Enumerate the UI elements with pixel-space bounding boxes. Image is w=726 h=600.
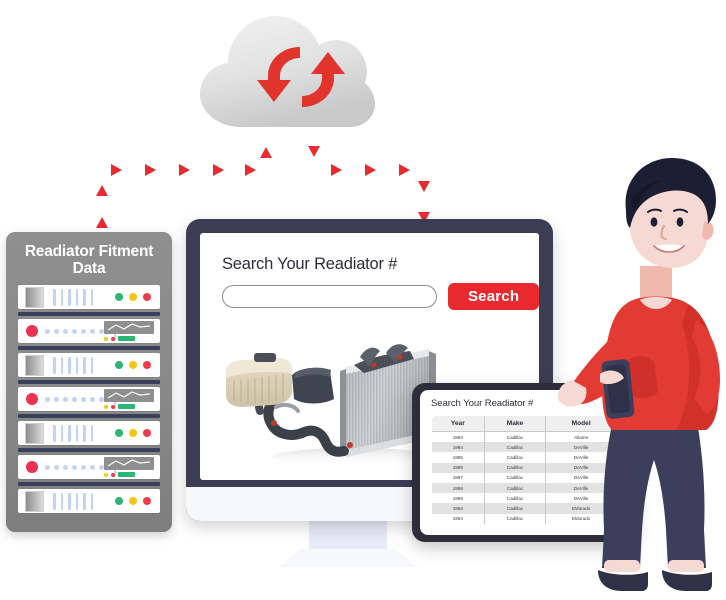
cell-make: Cadillac: [483, 462, 547, 473]
rack-row: [18, 285, 160, 309]
rack-row: [18, 353, 160, 377]
cell-year: 1994: [432, 442, 485, 453]
cell-make: Cadillac: [483, 472, 547, 483]
monitor-stand-base: [280, 549, 416, 567]
server-module-icon: [25, 490, 44, 512]
waveform-chart-icon: [104, 457, 154, 470]
cell-make: Cadillac: [483, 452, 547, 463]
status-leds: [115, 497, 151, 505]
server-rack: Readiator Fitment Data: [6, 232, 172, 532]
cell-year: 1993: [432, 503, 485, 514]
rack-chart-cell: [104, 321, 154, 341]
cloud-icon: [200, 16, 375, 127]
rack-chart-legend: [104, 472, 154, 477]
rack-row: [18, 421, 160, 445]
cell-year: 1994: [432, 513, 485, 524]
data-flow-right-path: [311, 144, 427, 233]
server-dots-icon: [45, 464, 113, 470]
status-leds: [115, 293, 151, 301]
data-flow-left-arrows: [96, 147, 272, 228]
server-dots-icon: [45, 328, 113, 334]
rack-chart-legend: [104, 404, 154, 409]
page-title: Search Your Readiator #: [222, 255, 398, 273]
search-button[interactable]: Search: [448, 283, 539, 310]
server-bars-icon: [53, 288, 93, 306]
rack-row: [18, 319, 160, 343]
server-bars-icon: [53, 424, 93, 442]
column-header-year: Year: [432, 415, 485, 432]
rack-title: Readiator Fitment Data: [24, 243, 154, 277]
rack-divider: [18, 448, 160, 452]
rack-row: [18, 455, 160, 479]
cell-year: 1998: [432, 482, 485, 494]
cell-make: Cadillac: [483, 442, 547, 453]
server-bars-icon: [53, 356, 93, 374]
column-header-make: Make: [483, 415, 547, 432]
cell-year: 1999: [432, 493, 485, 504]
rack-divider: [18, 312, 160, 316]
server-module-icon: [25, 286, 44, 308]
status-dot-icon: [26, 393, 38, 405]
cell-make: Cadillac: [483, 431, 547, 443]
data-flow-left-path: [99, 144, 269, 233]
search-input[interactable]: [222, 285, 438, 308]
cell-make: Cadillac: [483, 493, 547, 504]
status-leds: [115, 361, 151, 369]
rack-chart-cell: [104, 457, 154, 477]
waveform-chart-icon: [104, 321, 154, 334]
server-module-icon: [25, 354, 44, 376]
rack-chart-legend: [104, 336, 154, 341]
server-module-icon: [25, 422, 44, 444]
status-dot-icon: [26, 325, 38, 337]
cell-year: 1997: [432, 472, 485, 483]
cloud-sync-graphic: [178, 2, 378, 137]
cell-make: Cadillac: [483, 513, 547, 524]
server-dots-icon: [45, 396, 113, 402]
status-dot-icon: [26, 461, 38, 473]
cell-year: 1993: [432, 431, 485, 443]
cell-make: Cadillac: [483, 503, 547, 514]
rack-divider: [18, 414, 160, 418]
waveform-chart-icon: [104, 389, 154, 402]
server-bars-icon: [53, 492, 93, 510]
rack-row: [18, 387, 160, 411]
search-row: Search: [200, 274, 539, 310]
illustration-stage: Readiator Fitment Data Search Your Readi…: [0, 0, 726, 595]
rack-divider: [18, 482, 160, 486]
person-illustration: [556, 148, 726, 595]
rack-divider: [18, 380, 160, 384]
rack-row: [18, 489, 160, 513]
rack-chart-cell: [104, 389, 154, 409]
data-flow-right-arrows: [308, 146, 430, 223]
man-pointing-icon: [558, 158, 720, 591]
status-leds: [115, 429, 151, 437]
cell-year: 1995: [432, 452, 485, 463]
rack-divider: [18, 346, 160, 350]
cell-make: Cadillac: [483, 482, 547, 494]
rack-rows: [6, 277, 172, 526]
cell-year: 1996: [432, 462, 485, 473]
